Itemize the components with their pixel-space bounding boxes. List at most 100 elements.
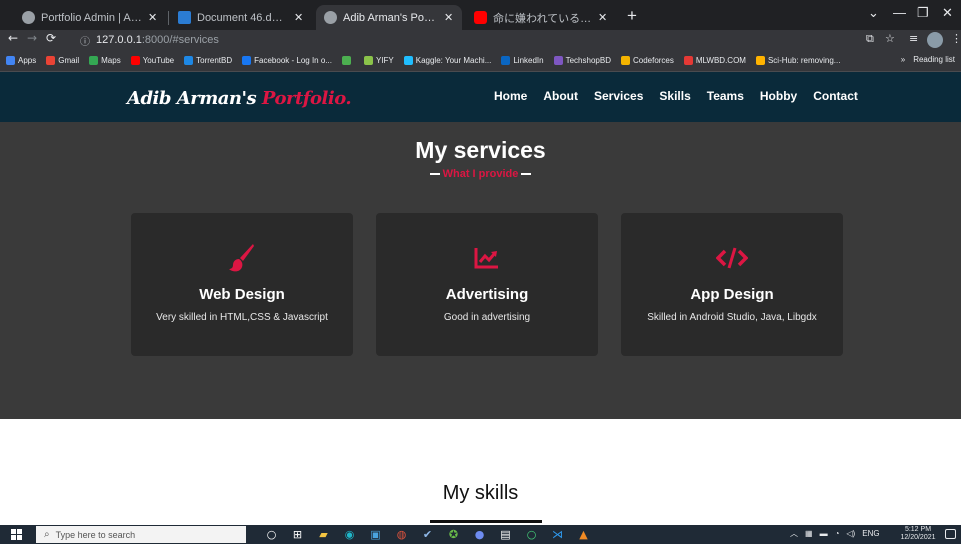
bookmark-label: Facebook - Log In o... xyxy=(254,56,332,65)
taskbar-apps: ○ ⊞ ▰ ◉ ▣ ◍ ✔ ✪ ● ▤ ○ ⋊ ▲ xyxy=(264,527,591,542)
site-logo[interactable]: Adib Arman's Portfolio. xyxy=(127,88,352,109)
cortana-icon[interactable]: ○ xyxy=(264,527,279,542)
bookmark-item[interactable]: Codeforces xyxy=(620,56,674,65)
minimize-icon[interactable]: — xyxy=(893,5,906,20)
translate-icon[interactable]: ⧉ xyxy=(866,32,874,46)
service-card-app-design[interactable]: App Design Skilled in Android Studio, Ja… xyxy=(621,213,843,356)
nav-home[interactable]: Home xyxy=(494,89,527,103)
close-icon[interactable]: ✕ xyxy=(294,11,304,24)
task-view-icon[interactable]: ⊞ xyxy=(290,527,305,542)
nav-about[interactable]: About xyxy=(543,89,578,103)
xbox-icon[interactable]: ✪ xyxy=(446,527,461,542)
notification-icon[interactable] xyxy=(945,529,956,539)
bookmark-item[interactable]: Apps xyxy=(6,56,36,65)
wifi-icon[interactable]: ◔ xyxy=(835,529,840,538)
bookmark-label: LinkedIn xyxy=(513,56,544,65)
forward-arrow-icon[interactable]: → xyxy=(27,31,37,45)
bookmark-label: Apps xyxy=(18,56,37,65)
nav-contact[interactable]: Contact xyxy=(813,89,858,103)
bookmark-item[interactable]: TechshopBD xyxy=(553,56,611,65)
service-card-advertising[interactable]: Advertising Good in advertising xyxy=(376,213,598,356)
taskbar-clock[interactable]: 5:12 PM 12/20/2021 xyxy=(898,526,938,542)
search-icon: ⌕ xyxy=(44,529,50,540)
tab-word-document[interactable]: Document 46.docx - Microsoft W ✕ xyxy=(170,5,312,30)
bookmark-label: Sci-Hub: removing... xyxy=(767,56,841,65)
tab-youtube-video[interactable]: 命に嫌われている。/ カンザキイオリ(C ✕ xyxy=(466,5,616,30)
windows-start-icon[interactable] xyxy=(11,529,22,540)
tab-portfolio-website[interactable]: Adib Arman's Portfolio Website ✕ xyxy=(316,5,462,30)
bookmarks-bar: Apps Gmail Maps YouTube TorrentBD Facebook - … xyxy=(0,50,961,72)
clock-time: 5:12 PM xyxy=(904,526,932,533)
tab-portfolio-admin[interactable]: Portfolio Admin | Adib's Admin S ✕ xyxy=(14,5,166,30)
bookmark-label: Codeforces xyxy=(632,56,674,65)
bookmark-favicon-icon xyxy=(501,56,511,65)
bookmark-favicon-icon xyxy=(242,56,252,65)
bookmark-favicon-icon xyxy=(130,56,140,65)
bookmark-item[interactable] xyxy=(341,56,354,65)
bookmark-item[interactable]: Facebook - Log In o... xyxy=(242,56,332,65)
nav-skills[interactable]: Skills xyxy=(659,89,690,103)
bookmark-item[interactable]: TorrentBD xyxy=(184,56,232,65)
services-title: My services xyxy=(415,137,546,163)
nav-hobby[interactable]: Hobby xyxy=(760,89,797,103)
nav-services[interactable]: Services xyxy=(594,89,643,103)
store-icon[interactable]: ▣ xyxy=(368,527,383,542)
reading-list-button[interactable]: Reading list xyxy=(913,55,955,64)
bookmark-label: YouTube xyxy=(142,56,175,65)
tab-search-icon[interactable]: ⌄ xyxy=(868,5,879,21)
maximize-icon[interactable]: ❐ xyxy=(917,5,929,21)
bookmark-item[interactable]: LinkedIn xyxy=(501,56,544,65)
bookmark-label: Gmail xyxy=(58,56,80,65)
chrome-icon[interactable]: ◍ xyxy=(394,527,409,542)
vlc-icon[interactable]: ▲ xyxy=(576,527,591,542)
app-icon[interactable]: ✔ xyxy=(420,527,435,542)
edge-icon[interactable]: ◉ xyxy=(342,527,357,542)
bookmark-favicon-icon xyxy=(403,56,413,65)
site-header: Adib Arman's Portfolio. Home About Servi… xyxy=(0,72,961,122)
profile-avatar[interactable] xyxy=(927,32,943,48)
bookmark-item[interactable]: YouTube xyxy=(130,56,175,65)
chevron-up-icon[interactable]: ︿ xyxy=(790,528,798,539)
bookmark-label: TechshopBD xyxy=(565,56,611,65)
battery-icon[interactable]: ▬ xyxy=(820,529,828,538)
more-bookmarks-button[interactable]: » xyxy=(901,55,905,64)
info-icon[interactable]: ⓘ xyxy=(80,33,90,48)
language-indicator[interactable]: ENG xyxy=(862,529,879,538)
nav-teams[interactable]: Teams xyxy=(707,89,744,103)
vscode-icon[interactable]: ⋊ xyxy=(550,527,565,542)
service-card-web-design[interactable]: Web Design Very skilled in HTML,CSS & Ja… xyxy=(131,213,353,356)
bookmark-favicon-icon xyxy=(184,56,194,65)
globe-icon xyxy=(22,11,35,24)
network-icon[interactable]: ▦ xyxy=(805,529,813,538)
media-control-icon[interactable]: ≡ xyxy=(909,32,918,45)
close-icon[interactable]: ✕ xyxy=(598,11,608,24)
youtube-icon xyxy=(474,11,487,24)
bookmark-item[interactable]: Sci-Hub: removing... xyxy=(755,56,841,65)
menu-kebab-icon[interactable]: ⋮ xyxy=(951,32,961,45)
windows-taskbar: ⌕ Type here to search ○ ⊞ ▰ ◉ ▣ ◍ ✔ ✪ ● … xyxy=(0,525,961,544)
back-arrow-icon[interactable]: ← xyxy=(8,31,18,45)
close-icon[interactable]: ✕ xyxy=(148,11,158,24)
subtitle-text: What I provide xyxy=(442,168,519,180)
bookmark-item[interactable]: MLWBD.COM xyxy=(683,56,746,65)
reload-icon[interactable]: ⟳ xyxy=(46,31,56,45)
taskbar-search-input[interactable]: ⌕ Type here to search xyxy=(36,526,246,543)
new-tab-button[interactable]: + xyxy=(627,6,637,26)
bookmark-item[interactable]: YIFY xyxy=(363,56,394,65)
file-explorer-icon[interactable]: ▰ xyxy=(316,527,331,542)
search-placeholder: Type here to search xyxy=(55,529,136,540)
bookmark-favicon-icon xyxy=(363,56,373,65)
epic-games-icon[interactable]: ▤ xyxy=(498,527,513,542)
window-close-icon[interactable]: ✕ xyxy=(942,5,953,21)
bookmark-item[interactable]: Maps xyxy=(89,56,121,65)
bookmark-item[interactable]: Kaggle: Your Machi... xyxy=(403,56,491,65)
tab-title: 命に嫌われている。/ カンザキイオリ(C xyxy=(493,12,592,25)
close-icon[interactable]: ✕ xyxy=(444,11,454,24)
address-bar[interactable]: ⓘ 127.0.0.1:8000/#services xyxy=(80,32,840,48)
bookmark-item[interactable]: Gmail xyxy=(46,56,79,65)
bookmark-star-icon[interactable]: ☆ xyxy=(885,32,895,45)
subtitle-line-left xyxy=(429,173,440,176)
app-blue-icon[interactable]: ● xyxy=(472,527,487,542)
volume-icon[interactable]: ◁) xyxy=(846,529,855,538)
app-green-ring-icon[interactable]: ○ xyxy=(524,527,539,542)
